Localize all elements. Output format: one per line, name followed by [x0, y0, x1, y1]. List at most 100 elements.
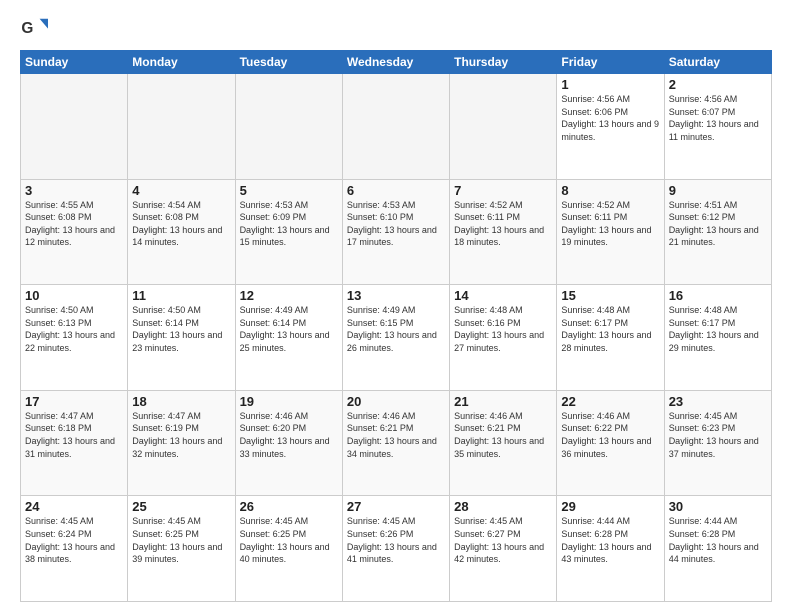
day-number: 25: [132, 499, 230, 514]
day-number: 17: [25, 394, 123, 409]
calendar-cell: 1Sunrise: 4:56 AM Sunset: 6:06 PM Daylig…: [557, 74, 664, 180]
day-info: Sunrise: 4:47 AM Sunset: 6:18 PM Dayligh…: [25, 410, 123, 460]
day-number: 30: [669, 499, 767, 514]
day-info: Sunrise: 4:56 AM Sunset: 6:07 PM Dayligh…: [669, 93, 767, 143]
logo: G: [20, 16, 52, 44]
day-number: 8: [561, 183, 659, 198]
header: G: [20, 16, 772, 44]
calendar-cell: 2Sunrise: 4:56 AM Sunset: 6:07 PM Daylig…: [664, 74, 771, 180]
calendar-week-row: 10Sunrise: 4:50 AM Sunset: 6:13 PM Dayli…: [21, 285, 772, 391]
day-number: 5: [240, 183, 338, 198]
calendar-week-row: 24Sunrise: 4:45 AM Sunset: 6:24 PM Dayli…: [21, 496, 772, 602]
day-number: 16: [669, 288, 767, 303]
col-header-friday: Friday: [557, 51, 664, 74]
calendar-cell: 21Sunrise: 4:46 AM Sunset: 6:21 PM Dayli…: [450, 390, 557, 496]
day-number: 7: [454, 183, 552, 198]
col-header-thursday: Thursday: [450, 51, 557, 74]
calendar-cell: 4Sunrise: 4:54 AM Sunset: 6:08 PM Daylig…: [128, 179, 235, 285]
day-info: Sunrise: 4:48 AM Sunset: 6:16 PM Dayligh…: [454, 304, 552, 354]
calendar-cell: [235, 74, 342, 180]
day-info: Sunrise: 4:44 AM Sunset: 6:28 PM Dayligh…: [669, 515, 767, 565]
page: G SundayMondayTuesdayWednesdayThursdayFr…: [0, 0, 792, 612]
day-info: Sunrise: 4:54 AM Sunset: 6:08 PM Dayligh…: [132, 199, 230, 249]
calendar-header-row: SundayMondayTuesdayWednesdayThursdayFrid…: [21, 51, 772, 74]
day-info: Sunrise: 4:45 AM Sunset: 6:24 PM Dayligh…: [25, 515, 123, 565]
day-number: 10: [25, 288, 123, 303]
day-number: 19: [240, 394, 338, 409]
day-info: Sunrise: 4:46 AM Sunset: 6:22 PM Dayligh…: [561, 410, 659, 460]
calendar-cell: 6Sunrise: 4:53 AM Sunset: 6:10 PM Daylig…: [342, 179, 449, 285]
calendar-cell: 16Sunrise: 4:48 AM Sunset: 6:17 PM Dayli…: [664, 285, 771, 391]
calendar-cell: 12Sunrise: 4:49 AM Sunset: 6:14 PM Dayli…: [235, 285, 342, 391]
calendar-week-row: 1Sunrise: 4:56 AM Sunset: 6:06 PM Daylig…: [21, 74, 772, 180]
day-info: Sunrise: 4:50 AM Sunset: 6:14 PM Dayligh…: [132, 304, 230, 354]
calendar-cell: [450, 74, 557, 180]
day-number: 26: [240, 499, 338, 514]
calendar-cell: 25Sunrise: 4:45 AM Sunset: 6:25 PM Dayli…: [128, 496, 235, 602]
calendar-cell: 26Sunrise: 4:45 AM Sunset: 6:25 PM Dayli…: [235, 496, 342, 602]
calendar-cell: [342, 74, 449, 180]
day-info: Sunrise: 4:48 AM Sunset: 6:17 PM Dayligh…: [669, 304, 767, 354]
calendar-cell: 17Sunrise: 4:47 AM Sunset: 6:18 PM Dayli…: [21, 390, 128, 496]
calendar-cell: 23Sunrise: 4:45 AM Sunset: 6:23 PM Dayli…: [664, 390, 771, 496]
calendar-cell: 15Sunrise: 4:48 AM Sunset: 6:17 PM Dayli…: [557, 285, 664, 391]
col-header-wednesday: Wednesday: [342, 51, 449, 74]
calendar-cell: 22Sunrise: 4:46 AM Sunset: 6:22 PM Dayli…: [557, 390, 664, 496]
svg-text:G: G: [21, 20, 33, 37]
col-header-saturday: Saturday: [664, 51, 771, 74]
calendar-cell: 27Sunrise: 4:45 AM Sunset: 6:26 PM Dayli…: [342, 496, 449, 602]
day-info: Sunrise: 4:49 AM Sunset: 6:14 PM Dayligh…: [240, 304, 338, 354]
day-number: 21: [454, 394, 552, 409]
calendar-cell: 19Sunrise: 4:46 AM Sunset: 6:20 PM Dayli…: [235, 390, 342, 496]
day-number: 15: [561, 288, 659, 303]
calendar-cell: 28Sunrise: 4:45 AM Sunset: 6:27 PM Dayli…: [450, 496, 557, 602]
day-info: Sunrise: 4:47 AM Sunset: 6:19 PM Dayligh…: [132, 410, 230, 460]
day-number: 29: [561, 499, 659, 514]
day-number: 11: [132, 288, 230, 303]
day-info: Sunrise: 4:48 AM Sunset: 6:17 PM Dayligh…: [561, 304, 659, 354]
day-number: 3: [25, 183, 123, 198]
calendar-cell: 18Sunrise: 4:47 AM Sunset: 6:19 PM Dayli…: [128, 390, 235, 496]
day-number: 12: [240, 288, 338, 303]
col-header-tuesday: Tuesday: [235, 51, 342, 74]
day-info: Sunrise: 4:49 AM Sunset: 6:15 PM Dayligh…: [347, 304, 445, 354]
day-info: Sunrise: 4:56 AM Sunset: 6:06 PM Dayligh…: [561, 93, 659, 143]
calendar-week-row: 17Sunrise: 4:47 AM Sunset: 6:18 PM Dayli…: [21, 390, 772, 496]
calendar-cell: 10Sunrise: 4:50 AM Sunset: 6:13 PM Dayli…: [21, 285, 128, 391]
day-number: 27: [347, 499, 445, 514]
calendar-cell: 14Sunrise: 4:48 AM Sunset: 6:16 PM Dayli…: [450, 285, 557, 391]
day-info: Sunrise: 4:45 AM Sunset: 6:23 PM Dayligh…: [669, 410, 767, 460]
calendar-cell: 7Sunrise: 4:52 AM Sunset: 6:11 PM Daylig…: [450, 179, 557, 285]
day-number: 23: [669, 394, 767, 409]
day-info: Sunrise: 4:46 AM Sunset: 6:21 PM Dayligh…: [454, 410, 552, 460]
calendar-cell: 5Sunrise: 4:53 AM Sunset: 6:09 PM Daylig…: [235, 179, 342, 285]
day-info: Sunrise: 4:55 AM Sunset: 6:08 PM Dayligh…: [25, 199, 123, 249]
calendar-cell: 29Sunrise: 4:44 AM Sunset: 6:28 PM Dayli…: [557, 496, 664, 602]
calendar-cell: [128, 74, 235, 180]
calendar-cell: 24Sunrise: 4:45 AM Sunset: 6:24 PM Dayli…: [21, 496, 128, 602]
day-number: 9: [669, 183, 767, 198]
day-number: 22: [561, 394, 659, 409]
calendar-cell: 13Sunrise: 4:49 AM Sunset: 6:15 PM Dayli…: [342, 285, 449, 391]
day-number: 1: [561, 77, 659, 92]
day-number: 28: [454, 499, 552, 514]
day-info: Sunrise: 4:51 AM Sunset: 6:12 PM Dayligh…: [669, 199, 767, 249]
calendar-cell: 8Sunrise: 4:52 AM Sunset: 6:11 PM Daylig…: [557, 179, 664, 285]
day-info: Sunrise: 4:53 AM Sunset: 6:09 PM Dayligh…: [240, 199, 338, 249]
day-info: Sunrise: 4:53 AM Sunset: 6:10 PM Dayligh…: [347, 199, 445, 249]
col-header-sunday: Sunday: [21, 51, 128, 74]
day-number: 20: [347, 394, 445, 409]
calendar-cell: [21, 74, 128, 180]
calendar-cell: 11Sunrise: 4:50 AM Sunset: 6:14 PM Dayli…: [128, 285, 235, 391]
day-info: Sunrise: 4:45 AM Sunset: 6:25 PM Dayligh…: [240, 515, 338, 565]
day-number: 18: [132, 394, 230, 409]
day-number: 24: [25, 499, 123, 514]
day-info: Sunrise: 4:52 AM Sunset: 6:11 PM Dayligh…: [561, 199, 659, 249]
day-number: 2: [669, 77, 767, 92]
day-info: Sunrise: 4:45 AM Sunset: 6:27 PM Dayligh…: [454, 515, 552, 565]
day-info: Sunrise: 4:45 AM Sunset: 6:25 PM Dayligh…: [132, 515, 230, 565]
day-number: 4: [132, 183, 230, 198]
col-header-monday: Monday: [128, 51, 235, 74]
day-info: Sunrise: 4:46 AM Sunset: 6:21 PM Dayligh…: [347, 410, 445, 460]
calendar-cell: 3Sunrise: 4:55 AM Sunset: 6:08 PM Daylig…: [21, 179, 128, 285]
